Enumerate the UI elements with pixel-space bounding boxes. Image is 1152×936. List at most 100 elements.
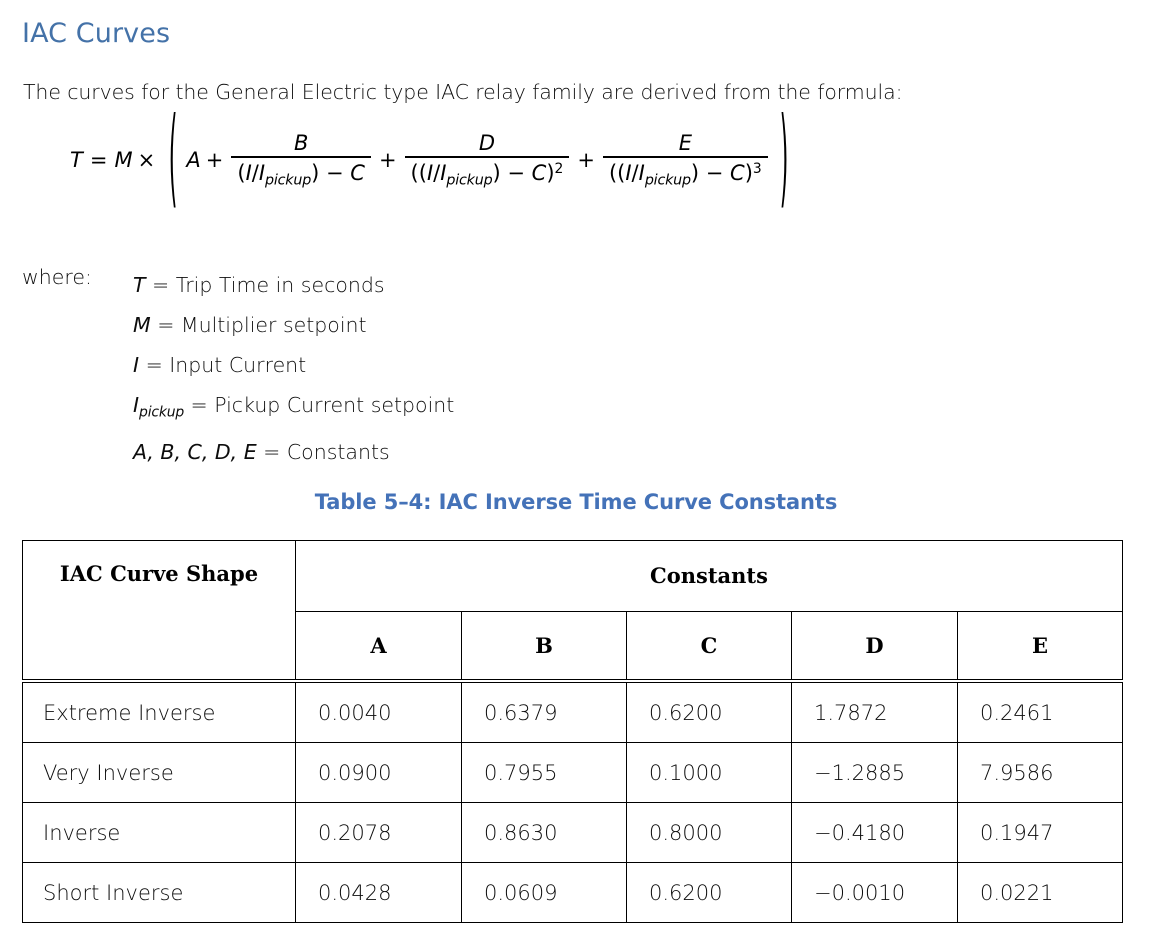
header-column-d: D bbox=[791, 610, 958, 683]
cell-constant-e: 7.9586 bbox=[956, 742, 1124, 803]
table-caption: Table 5–4: IAC Inverse Time Curve Consta… bbox=[314, 490, 838, 514]
cell-curve-shape: Inverse bbox=[22, 802, 296, 863]
den-e-exponent: 3 bbox=[752, 160, 762, 177]
definition-subscript: pickup bbox=[139, 404, 184, 421]
intro-paragraph: The curves for the General Electric type… bbox=[23, 80, 903, 104]
formula-plus-3: + bbox=[577, 148, 595, 173]
cell-constant-a: 0.2078 bbox=[295, 802, 462, 863]
den-e-close-outer: ) bbox=[744, 160, 753, 185]
cell-constant-d: −0.4180 bbox=[791, 802, 958, 863]
den-b-c: C bbox=[350, 160, 365, 185]
formula-denominator-d: ((I/Ipickup) − C)2 bbox=[405, 158, 570, 189]
den-d-open: (( bbox=[410, 160, 427, 185]
formula-plus-2: + bbox=[378, 148, 397, 173]
cell-constant-b: 0.7955 bbox=[461, 742, 627, 803]
cell-constant-c: 0.1000 bbox=[626, 742, 792, 803]
table-row: Short Inverse 0.0428 0.0609 0.6200 −0.00… bbox=[22, 862, 1124, 923]
den-d-c: C bbox=[531, 160, 547, 185]
den-d-exponent: 2 bbox=[554, 160, 564, 177]
formula-numerator-b: B bbox=[293, 131, 309, 155]
definition-symbol: M bbox=[133, 313, 151, 337]
cell-constant-b: 0.8630 bbox=[461, 802, 627, 863]
document-page: IAC Curves The curves for the General El… bbox=[0, 0, 1152, 936]
cell-constant-d: −0.0010 bbox=[791, 862, 958, 923]
den-e-subscript: pickup bbox=[644, 172, 691, 189]
formula-times-sign: × bbox=[137, 148, 156, 173]
den-e-open: (( bbox=[608, 160, 626, 185]
cell-constant-a: 0.0428 bbox=[295, 862, 462, 923]
formula-numerator-d: D bbox=[478, 131, 496, 155]
den-d-subscript: pickup bbox=[446, 172, 493, 189]
formula-denominator-e: ((I/Ipickup) − C)3 bbox=[603, 158, 768, 189]
table-row: Inverse 0.2078 0.8630 0.8000 −0.4180 0.1… bbox=[22, 802, 1124, 863]
cell-constant-a: 0.0900 bbox=[295, 742, 462, 803]
cell-constant-d: −1.2885 bbox=[791, 742, 958, 803]
trip-time-formula: T = M × ( A + B (I/Ipickup) − C + D ((I/… bbox=[70, 104, 797, 211]
table-row: Extreme Inverse 0.0040 0.6379 0.6200 1.7… bbox=[22, 680, 1124, 743]
den-b-open: ( bbox=[237, 160, 246, 185]
den-e-c: C bbox=[730, 160, 745, 185]
cell-constant-a: 0.0040 bbox=[295, 680, 462, 743]
cell-curve-shape: Extreme Inverse bbox=[22, 680, 296, 743]
definition-symbol: A, B, C, D, E bbox=[133, 440, 257, 465]
header-column-e: E bbox=[956, 610, 1124, 683]
formula-numerator-e: E bbox=[678, 131, 692, 155]
formula-fraction-d: D ((I/Ipickup) − C)2 bbox=[404, 131, 570, 189]
den-b-minus: − bbox=[325, 160, 344, 185]
cell-curve-shape: Short Inverse bbox=[22, 862, 296, 923]
variable-definitions: T = Trip Time in seconds M = Multiplier … bbox=[133, 265, 454, 472]
cell-constant-c: 0.6200 bbox=[626, 862, 792, 923]
cell-constant-e: 0.2461 bbox=[956, 680, 1124, 743]
formula-multiplier-variable: M bbox=[114, 148, 133, 173]
table-header-row-1: IAC Curve Shape Constants bbox=[22, 540, 1124, 683]
header-column-a: A bbox=[295, 610, 462, 683]
formula-open-paren: ( bbox=[168, 96, 178, 219]
formula-close-paren: ) bbox=[779, 96, 789, 219]
cell-constant-e: 0.0221 bbox=[956, 862, 1124, 923]
definition-M: M = Multiplier setpoint bbox=[133, 305, 454, 345]
formula-plus-1: + bbox=[205, 148, 224, 173]
den-e-minus: − bbox=[705, 160, 724, 185]
formula-fraction-b: B (I/Ipickup) − C bbox=[231, 132, 371, 189]
formula-fraction-e: E ((I/Ipickup) − C)3 bbox=[602, 131, 768, 189]
cell-constant-c: 0.6200 bbox=[626, 680, 792, 743]
definition-symbol: T bbox=[133, 273, 146, 297]
definition-constants: A, B, C, D, E = Constants bbox=[133, 432, 454, 472]
den-e-close-inner: ) bbox=[690, 160, 700, 185]
header-column-b: B bbox=[461, 610, 627, 683]
definition-I: I = Input Current bbox=[133, 345, 454, 385]
definition-text: = Pickup Current setpoint bbox=[183, 393, 455, 417]
formula-lhs-variable: T bbox=[70, 148, 83, 173]
cell-constant-c: 0.8000 bbox=[626, 802, 792, 863]
cell-constant-b: 0.6379 bbox=[461, 680, 627, 743]
den-b-subscript: pickup bbox=[265, 172, 312, 189]
den-d-close-outer: ) bbox=[546, 160, 555, 185]
definition-T: T = Trip Time in seconds bbox=[133, 265, 454, 305]
cell-constant-b: 0.0609 bbox=[461, 862, 627, 923]
den-e-slash: / bbox=[631, 160, 639, 185]
cell-constant-d: 1.7872 bbox=[791, 680, 958, 743]
den-b-close: ) bbox=[311, 160, 320, 185]
definition-text: = Input Current bbox=[139, 353, 307, 377]
den-d-close-inner: ) bbox=[492, 160, 501, 185]
formula-term-a: A bbox=[186, 148, 201, 173]
den-b-slash: / bbox=[251, 160, 259, 185]
where-label: where: bbox=[22, 265, 92, 289]
definition-text: = Constants bbox=[256, 440, 390, 465]
table-body: Extreme Inverse 0.0040 0.6379 0.6200 1.7… bbox=[22, 680, 1124, 923]
cell-constant-e: 0.1947 bbox=[956, 802, 1124, 863]
table-header: IAC Curve Shape Constants A B C D E bbox=[22, 540, 1124, 683]
cell-curve-shape: Very Inverse bbox=[22, 742, 296, 803]
header-column-c: C bbox=[626, 610, 792, 683]
iac-constants-table: IAC Curve Shape Constants A B C D E Extr… bbox=[22, 540, 1124, 923]
formula-equals-sign: = bbox=[89, 148, 108, 173]
definition-text: = Multiplier setpoint bbox=[150, 313, 367, 337]
definition-text: = Trip Time in seconds bbox=[145, 273, 385, 297]
den-d-minus: − bbox=[507, 160, 525, 185]
formula-denominator-b: (I/Ipickup) − C bbox=[231, 158, 371, 189]
header-curve-shape: IAC Curve Shape bbox=[22, 540, 296, 683]
page-title: IAC Curves bbox=[22, 18, 171, 49]
definition-I-pickup: Ipickup = Pickup Current setpoint bbox=[133, 385, 454, 432]
header-constants-group: Constants bbox=[294, 540, 1124, 612]
table-row: Very Inverse 0.0900 0.7955 0.1000 −1.288… bbox=[22, 742, 1124, 803]
